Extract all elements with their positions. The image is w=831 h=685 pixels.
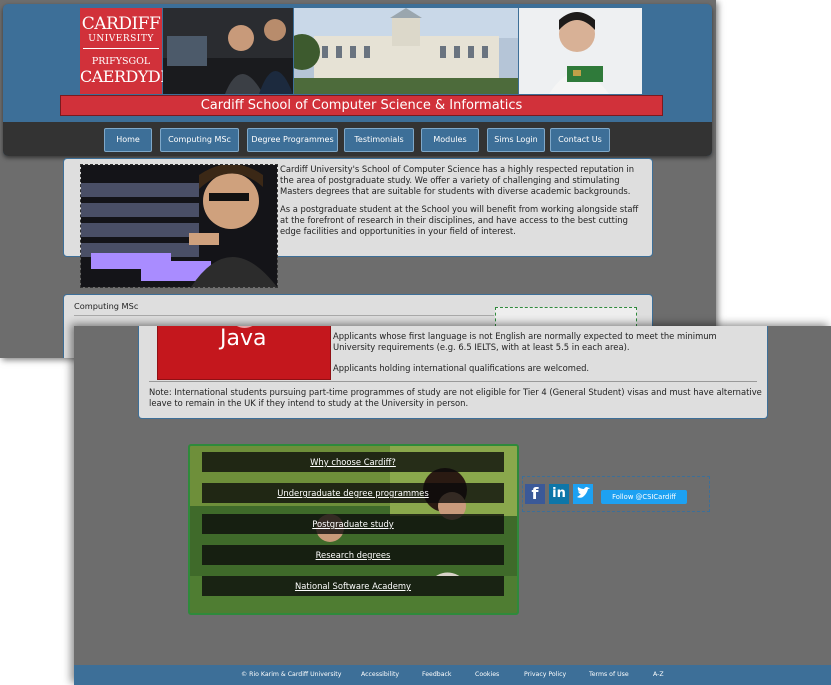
study-links-box: Why choose Cardiff? Undergraduate degree… [188, 444, 519, 615]
university-building-photo [294, 8, 518, 94]
students-computer-photo [163, 8, 293, 94]
intro-text: Cardiff University's School of Computer … [280, 164, 645, 243]
logo-line-4: CAERDYDD [80, 67, 173, 86]
researcher-server-photo [81, 165, 277, 287]
nav-testimonials[interactable]: Testimonials [344, 128, 414, 152]
java-label: Java [220, 326, 267, 351]
why-choose-cardiff-link[interactable]: Why choose Cardiff? [202, 452, 504, 472]
twitter-bird-icon [577, 487, 590, 498]
twitter-icon[interactable] [573, 484, 593, 504]
facebook-icon[interactable]: f [525, 484, 545, 504]
site-header: CARDIFF UNIVERSITY PRIFYSGOL CAERDYDD Ca… [3, 4, 712, 156]
student-circuit-photo [519, 8, 642, 94]
browser-window-top: CARDIFF UNIVERSITY PRIFYSGOL CAERDYDD Ca… [0, 0, 716, 358]
footer-privacy-link[interactable]: Privacy Policy [524, 671, 566, 678]
logo-line-2: UNIVERSITY [88, 34, 154, 44]
nav-home[interactable]: Home [104, 128, 152, 152]
language-requirement-text: Applicants whose first language is not E… [333, 331, 717, 353]
visa-note-text: Note: International students pursuing pa… [149, 387, 762, 409]
intro-paragraph-2: As a postgraduate student at the School … [280, 203, 639, 237]
intro-photo [80, 164, 278, 288]
international-qualifications-text: Applicants holding international qualifi… [333, 363, 590, 373]
social-links: f in Follow @CSICardiff [522, 476, 710, 512]
footer-a-z-link[interactable]: A-Z [653, 671, 664, 678]
site-footer: © Rio Karim & Cardiff University Accessi… [74, 665, 831, 685]
footer-terms-link[interactable]: Terms of Use [589, 671, 629, 678]
footer-cookies-link[interactable]: Cookies [475, 671, 499, 678]
footer-copyright: © Rio Karim & Cardiff University [241, 671, 342, 678]
main-navbar: Home Computing MSc Degree Programmes Tes… [3, 122, 712, 156]
section-title: Computing MSc [74, 301, 139, 311]
nav-computing-msc[interactable]: Computing MSc [160, 128, 239, 152]
linkedin-icon[interactable]: in [549, 484, 569, 504]
footer-feedback-link[interactable]: Feedback [422, 671, 451, 678]
module-thumbnail [495, 307, 637, 327]
section-divider [74, 315, 494, 316]
logo-divider [83, 48, 159, 49]
footer-accessibility-link[interactable]: Accessibility [361, 671, 399, 678]
nav-contact-us[interactable]: Contact Us [550, 128, 610, 152]
nav-sims-login[interactable]: Sims Login [487, 128, 545, 152]
undergraduate-programmes-link[interactable]: Undergraduate degree programmes [202, 483, 504, 503]
postgraduate-study-link[interactable]: Postgraduate study [202, 514, 504, 534]
java-logo-image: Java [157, 326, 331, 380]
logo-line-3: PRIFYSGOL [91, 56, 151, 67]
follow-twitter-button[interactable]: Follow @CSICardiff [601, 490, 687, 504]
national-software-academy-link[interactable]: National Software Academy [202, 576, 504, 596]
entry-requirements-panel: Java Applicants whose first language is … [138, 326, 768, 419]
nav-degree-programmes[interactable]: Degree Programmes [247, 128, 338, 152]
research-degrees-link[interactable]: Research degrees [202, 545, 504, 565]
intro-paragraph-1: Cardiff University's School of Computer … [280, 164, 635, 197]
cardiff-university-logo[interactable]: CARDIFF UNIVERSITY PRIFYSGOL CAERDYDD [80, 8, 173, 94]
note-divider [149, 381, 757, 382]
school-title-bar: Cardiff School of Computer Science & Inf… [60, 95, 663, 116]
logo-line-1: CARDIFF [81, 14, 161, 34]
browser-window-bottom: Java Applicants whose first language is … [74, 326, 831, 685]
nav-modules[interactable]: Modules [421, 128, 479, 152]
intro-panel: Cardiff University's School of Computer … [63, 158, 653, 288]
